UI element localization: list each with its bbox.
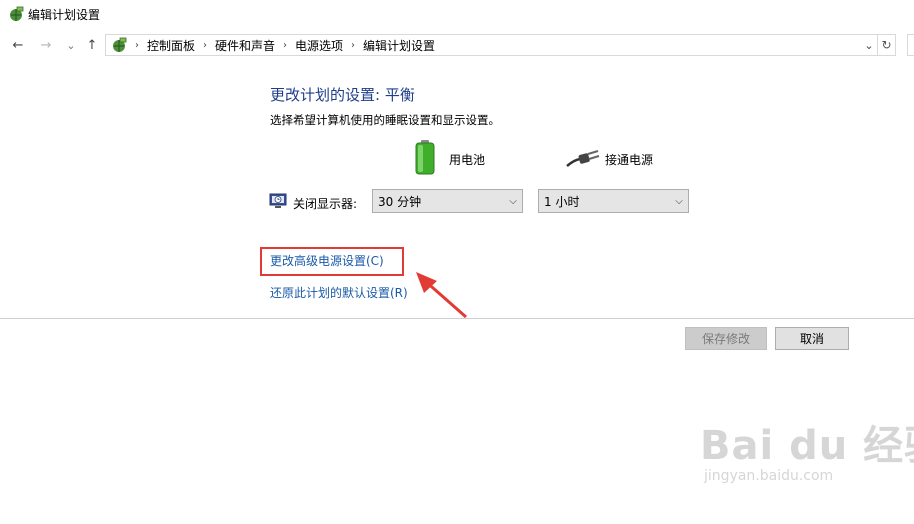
watermark-brand: Bai du 经验 <box>700 423 914 469</box>
breadcrumb-control-panel[interactable]: 控制面板 <box>147 37 195 54</box>
battery-column-label: 用电池 <box>449 153 486 167</box>
display-off-plugged-value: 1 小时 <box>544 194 580 209</box>
breadcrumb-separator: › <box>283 39 288 51</box>
breadcrumb-hardware-sound[interactable]: 硬件和声音 <box>215 37 275 54</box>
baidu-watermark: Bai du 经验 jingyan.baidu.com <box>700 424 914 484</box>
breadcrumb-separator: › <box>351 39 356 51</box>
display-off-battery-select[interactable]: 30 分钟 ⌵ <box>372 189 523 213</box>
refresh-button[interactable]: ↻ <box>878 34 896 56</box>
power-options-icon <box>10 6 24 21</box>
annotation-arrow <box>416 272 467 319</box>
display-off-battery-value: 30 分钟 <box>378 194 422 209</box>
recent-locations-button[interactable]: ⌄ <box>62 36 80 54</box>
breadcrumb-power-options[interactable]: 电源选项 <box>295 37 343 54</box>
forward-button[interactable]: → <box>37 36 55 54</box>
page-subtitle: 选择希望计算机使用的睡眠设置和显示设置。 <box>270 113 500 127</box>
control-panel-icon <box>113 37 127 52</box>
back-button[interactable]: ← <box>9 36 27 54</box>
address-bar[interactable]: › 控制面板 › 硬件和声音 › 电源选项 › 编辑计划设置 ⌄ <box>105 34 878 56</box>
battery-icon <box>415 140 435 175</box>
window-title: 编辑计划设置 <box>28 8 101 22</box>
display-timer-icon <box>269 193 287 208</box>
address-dropdown-icon[interactable]: ⌄ <box>861 39 877 52</box>
display-off-plugged-select[interactable]: 1 小时 ⌵ <box>538 189 689 213</box>
footer-divider <box>0 318 914 319</box>
watermark-url: jingyan.baidu.com <box>704 468 834 484</box>
page-title: 更改计划的设置: 平衡 <box>270 86 415 104</box>
chevron-down-icon: ⌵ <box>675 195 683 207</box>
save-changes-button[interactable]: 保存修改 <box>685 327 767 350</box>
search-box[interactable] <box>907 34 914 56</box>
restore-defaults-link[interactable]: 还原此计划的默认设置(R) <box>270 284 408 301</box>
breadcrumb-separator: › <box>203 39 208 51</box>
power-plug-icon <box>566 150 600 167</box>
advanced-power-settings-link[interactable]: 更改高级电源设置(C) <box>270 252 384 269</box>
breadcrumb-separator: › <box>135 39 139 51</box>
turn-off-display-label: 关闭显示器: <box>293 197 358 211</box>
cancel-button[interactable]: 取消 <box>775 327 849 350</box>
up-button[interactable]: ↑ <box>83 36 101 54</box>
plugged-in-column-label: 接通电源 <box>605 153 654 167</box>
breadcrumb-edit-plan[interactable]: 编辑计划设置 <box>363 37 435 54</box>
chevron-down-icon: ⌵ <box>509 195 517 207</box>
title-bar: 编辑计划设置 <box>0 0 914 30</box>
